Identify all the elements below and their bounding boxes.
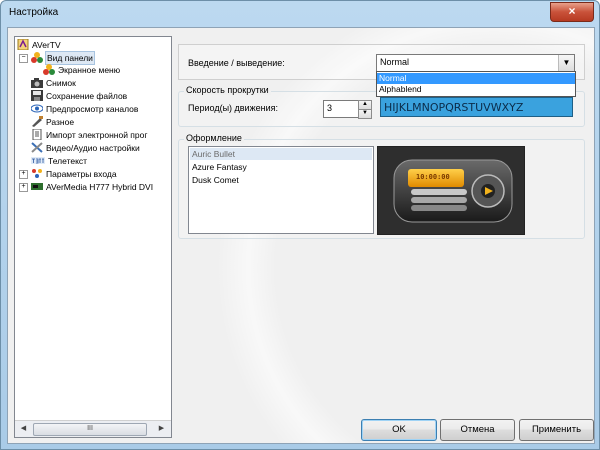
collapse-toggle[interactable]: − — [19, 54, 28, 63]
title-bar[interactable]: Настройка × — [1, 1, 599, 27]
skin-item-azure-fantasy[interactable]: Azure Fantasy — [190, 161, 372, 173]
transition-select[interactable]: Normal ▼ — [376, 54, 575, 72]
tree-item-label: Предпросмотр каналов — [46, 104, 139, 114]
skin-item-auric-bullet[interactable]: Auric Bullet — [190, 148, 372, 160]
tree-item-label: Видео/Аудио настройки — [46, 143, 140, 153]
scroll-right-button[interactable]: ▶ — [154, 422, 169, 435]
chevron-down-icon[interactable]: ▼ — [558, 55, 574, 71]
skin-list: Auric Bullet Azure Fantasy Dusk Comet — [188, 146, 374, 234]
scroll-thumb[interactable]: III — [33, 423, 147, 436]
close-button[interactable]: × — [550, 2, 594, 22]
skin-preview-image — [378, 147, 524, 234]
tree-item-label: Телетекст — [48, 156, 88, 166]
expand-toggle[interactable]: + — [19, 183, 28, 192]
dropdown-option-alphablend[interactable]: Alphablend — [377, 84, 575, 95]
scroll-left-button[interactable]: ◀ — [16, 422, 31, 435]
skin-legend: Оформление — [184, 133, 244, 143]
tree-item-label: Сохранение файлов — [46, 91, 128, 101]
cancel-button[interactable]: Отмена — [440, 419, 515, 441]
input-params-icon — [32, 169, 42, 178]
avertv-icon — [17, 39, 29, 50]
file-save-icon — [31, 90, 43, 101]
tools-icon — [31, 142, 43, 153]
tree-item-label: Снимок — [46, 78, 76, 88]
apply-button[interactable]: Применить — [519, 419, 594, 441]
panel-view-icon — [31, 52, 43, 63]
dialog-body: AVerTV − Вид панели Экранное меню Снимок… — [7, 27, 595, 444]
scroll-speed-legend: Скорость прокрутки — [184, 85, 271, 95]
period-spinner: ▲ ▼ — [358, 100, 372, 119]
tree-item-label: Экранное меню — [58, 65, 121, 75]
epg-import-icon — [32, 129, 42, 140]
transition-select-value: Normal — [380, 57, 410, 67]
expand-toggle[interactable]: + — [19, 170, 28, 179]
skin-item-dusk-comet[interactable]: Dusk Comet — [190, 174, 372, 186]
spin-down-button[interactable]: ▼ — [358, 109, 372, 119]
tree-item-label: AVerMedia H777 Hybrid DVI — [46, 182, 154, 192]
tree-item-label: AVerTV — [32, 40, 61, 50]
device-icon — [31, 183, 43, 190]
period-label: Период(ы) движения: — [188, 103, 278, 113]
settings-window: Настройка × AVerTV − Вид панели Экранное… — [0, 0, 600, 450]
settings-tree: AVerTV − Вид панели Экранное меню Снимок… — [14, 36, 172, 438]
skin-preview: 10:00:00 — [377, 146, 525, 235]
scroll-preview-text: HIJKLMNOPQRSTUVWXYZ — [380, 97, 573, 117]
misc-icon — [32, 116, 43, 127]
dropdown-option-normal[interactable]: Normal — [377, 73, 575, 84]
tree-horizontal-scrollbar[interactable]: ◀ III ▶ — [15, 420, 171, 437]
tree-item-label: Вид панели — [45, 51, 95, 65]
tree-item-label: Импорт электронной прог — [46, 130, 148, 140]
teletext-icon — [31, 157, 45, 164]
tree-item-label: Разное — [46, 117, 75, 127]
tree-item-label: Параметры входа — [46, 169, 117, 179]
snapshot-icon — [31, 78, 43, 88]
window-title: Настройка — [9, 7, 59, 18]
player-time: 10:00:00 — [416, 173, 450, 181]
period-value: 3 — [327, 103, 333, 113]
transition-dropdown: Normal Alphablend — [376, 71, 576, 97]
ok-button[interactable]: OK — [361, 419, 437, 441]
tree-list: AVerTV − Вид панели Экранное меню Снимок… — [15, 37, 171, 419]
period-input[interactable]: 3 — [323, 100, 359, 118]
transition-label: Введение / выведение: — [188, 58, 285, 68]
osd-menu-icon — [43, 64, 55, 75]
channel-preview-icon — [31, 104, 43, 113]
